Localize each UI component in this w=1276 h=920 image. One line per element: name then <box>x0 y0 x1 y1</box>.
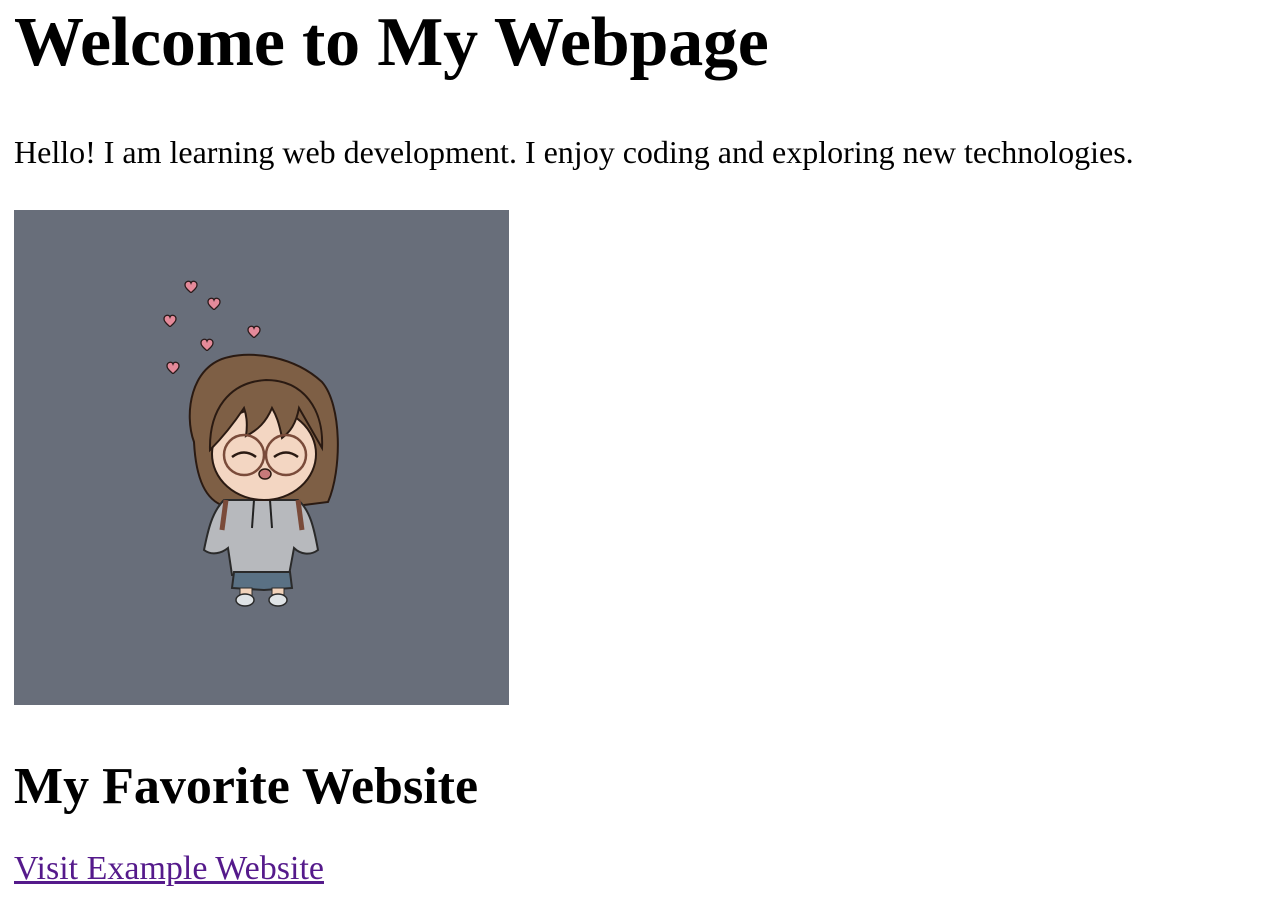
page-title: Welcome to My Webpage <box>14 4 769 81</box>
visit-example-website-link[interactable]: Visit Example Website <box>14 849 324 889</box>
page-container: Welcome to My Webpage Hello! I am learni… <box>0 0 1276 889</box>
profile-image <box>14 210 509 705</box>
chibi-girl-illustration <box>163 280 339 607</box>
favorite-website-heading: My Favorite Website <box>14 758 479 815</box>
intro-paragraph: Hello! I am learning web development. I … <box>14 134 1134 170</box>
